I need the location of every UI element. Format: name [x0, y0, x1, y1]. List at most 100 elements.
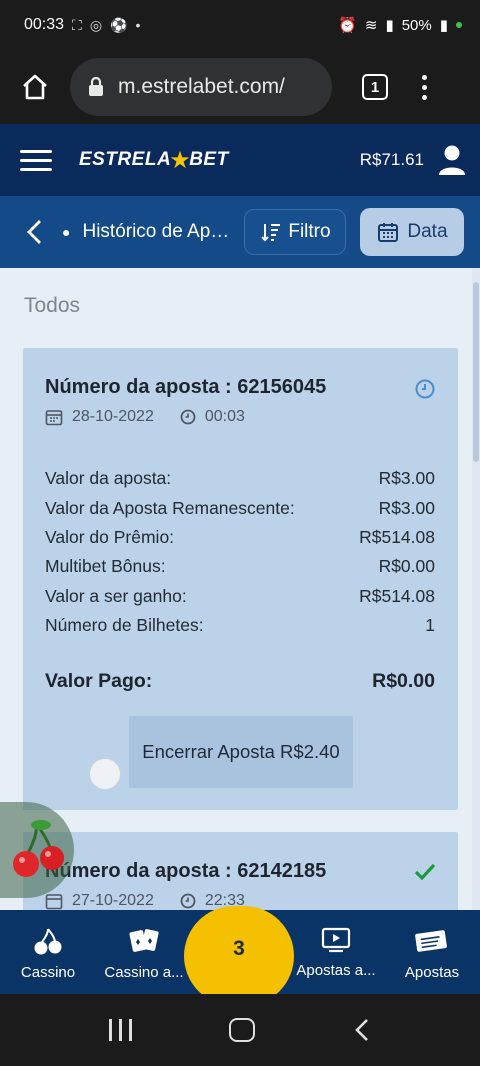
detail-row: Valor da aposta: R$3.00 [45, 464, 435, 493]
calendar-icon [45, 894, 63, 910]
tab-switcher-button[interactable]: 1 [362, 74, 388, 100]
site-logo[interactable]: ESTRELA ★ BET [79, 146, 229, 175]
breadcrumb-separator: ● [62, 224, 71, 240]
nav-label: Cassino a... [104, 964, 184, 981]
back-chevron-icon[interactable] [24, 218, 44, 246]
browser-menu-icon[interactable] [422, 74, 427, 100]
detail-row: Valor do Prêmio: R$514.08 [45, 523, 435, 552]
calendar-icon [45, 410, 63, 426]
cherry-icon [13, 820, 64, 877]
detail-label: Valor do Prêmio: [45, 526, 175, 547]
more-notifications-icon: • [135, 16, 141, 33]
nav-label: Apostas [404, 964, 460, 981]
system-nav-bar [0, 994, 480, 1066]
logo-text-left: ESTRELA [79, 149, 172, 170]
bet-details: Valor da aposta: R$3.00 Valor da Aposta R… [45, 464, 435, 640]
detail-label: Valor da Aposta Remanescente: [45, 497, 295, 518]
bet-meta: 27-10-2022 22:33 [45, 892, 245, 910]
site-header: ESTRELA ★ BET R$71.61 [0, 124, 480, 196]
screenshot-icon: ⛶ [72, 16, 82, 33]
detail-label: Valor a ser ganho: [45, 585, 187, 606]
bet-number: Número da aposta : 62142185 [45, 860, 327, 882]
detail-label: Número de Bilhetes: [45, 615, 204, 636]
play-screen-icon [321, 927, 351, 953]
date-label: Data [407, 221, 448, 242]
alarm-icon: ⏰ [338, 17, 357, 34]
detail-row: Número de Bilhetes: 1 [45, 611, 435, 640]
filter-label: Filtro [288, 221, 331, 242]
paid-label: Valor Pago: [45, 670, 153, 692]
detail-value: R$3.00 [378, 468, 435, 489]
soccer-icon: ⚽ [110, 16, 128, 33]
time-icon [180, 409, 196, 425]
detail-value: R$514.08 [359, 526, 435, 547]
signal-icon: ▮ [385, 17, 394, 34]
touch-indicator [89, 758, 121, 790]
detail-value: 1 [425, 615, 435, 636]
hamburger-menu-icon[interactable] [20, 149, 52, 171]
battery-level: 50% [401, 16, 432, 34]
calendar-icon [378, 223, 399, 242]
nav-item-cassino-ao-vivo[interactable]: Cassino a... [96, 910, 192, 994]
nav-item-cassino[interactable]: Cassino [0, 910, 96, 994]
privacy-dot [456, 22, 462, 28]
cherry-icon [34, 928, 62, 955]
recent-apps-icon[interactable] [108, 1019, 132, 1041]
detail-label: Multibet Bônus: [45, 556, 166, 577]
lock-icon [89, 77, 103, 96]
detail-row: Multibet Bônus: R$0.00 [45, 552, 435, 581]
detail-value: R$0.00 [378, 556, 435, 577]
user-icon[interactable] [438, 144, 466, 176]
url-text: m.estrelabet.com/ [118, 75, 285, 98]
bet-date: 27-10-2022 [72, 892, 154, 909]
page-subheader: ● Histórico de Apostas Filtro Data [0, 196, 480, 268]
nav-item-apostas-ao-vivo[interactable]: Apostas a... [288, 910, 384, 994]
page-title: Histórico de Apostas [82, 221, 236, 242]
bet-card[interactable]: Número da aposta : 62142185 27-10-2022 2… [23, 832, 458, 910]
address-bar[interactable]: m.estrelabet.com/ [70, 58, 332, 116]
bet-meta: 28-10-2022 00:03 [45, 408, 245, 426]
home-nav-icon[interactable] [229, 1018, 256, 1042]
nav-label: Apostas a... [296, 962, 376, 979]
logo-text-right: BET [189, 149, 229, 170]
nav-label: Cassino [20, 964, 76, 981]
detail-row: Valor da Aposta Remanescente: R$3.00 [45, 493, 435, 522]
home-icon [23, 74, 47, 100]
filter-heading: Todos [24, 294, 81, 317]
clock-icon [415, 379, 435, 399]
paid-value: R$0.00 [372, 670, 435, 692]
sort-icon [261, 224, 281, 242]
ticket-icon [415, 930, 447, 952]
home-button[interactable] [0, 50, 70, 124]
date-button[interactable]: Data [360, 208, 465, 256]
battery-icon: ▮ [439, 17, 448, 34]
bet-history-list[interactable]: Todos Número da aposta : 62156045 28-10-… [0, 268, 472, 910]
status-right: ⏰ ≋ ▮ 50% ▮ [338, 16, 462, 34]
scrollbar[interactable] [472, 268, 480, 910]
filter-button[interactable]: Filtro [244, 209, 347, 255]
notification-icons: ⛶ ◎ ⚽ • [72, 17, 140, 34]
detail-label: Valor da aposta: [45, 468, 172, 489]
paid-row: Valor Pago: R$0.00 [45, 670, 435, 693]
bet-date: 28-10-2022 [72, 408, 154, 425]
wifi-icon: ≋ [364, 17, 378, 34]
account-balance[interactable]: R$71.61 [360, 150, 424, 170]
detail-row: Valor a ser ganho: R$514.08 [45, 582, 435, 611]
bet-time: 00:03 [204, 408, 245, 425]
betslip-count-button[interactable]: 3 [184, 906, 294, 1006]
status-bar: 00:33 ⛶ ◎ ⚽ • ⏰ ≋ ▮ 50% ▮ [0, 0, 480, 50]
bet-number: Número da aposta : 62156045 [45, 376, 327, 398]
check-icon [414, 863, 436, 881]
browser-toolbar: m.estrelabet.com/ 1 [0, 50, 480, 124]
detail-value: R$514.08 [359, 585, 435, 606]
cards-icon [129, 929, 159, 952]
instagram-icon: ◎ [89, 16, 103, 33]
cashout-button[interactable]: Encerrar Aposta R$2.40 [129, 716, 353, 788]
nav-item-apostas[interactable]: Apostas [384, 910, 480, 994]
back-nav-icon[interactable] [353, 1017, 371, 1043]
time-icon [180, 893, 196, 909]
bet-card[interactable]: Número da aposta : 62156045 28-10-2022 0… [23, 348, 458, 810]
detail-value: R$3.00 [378, 497, 435, 518]
status-time: 00:33 [24, 16, 65, 33]
star-icon: ★ [169, 146, 192, 174]
